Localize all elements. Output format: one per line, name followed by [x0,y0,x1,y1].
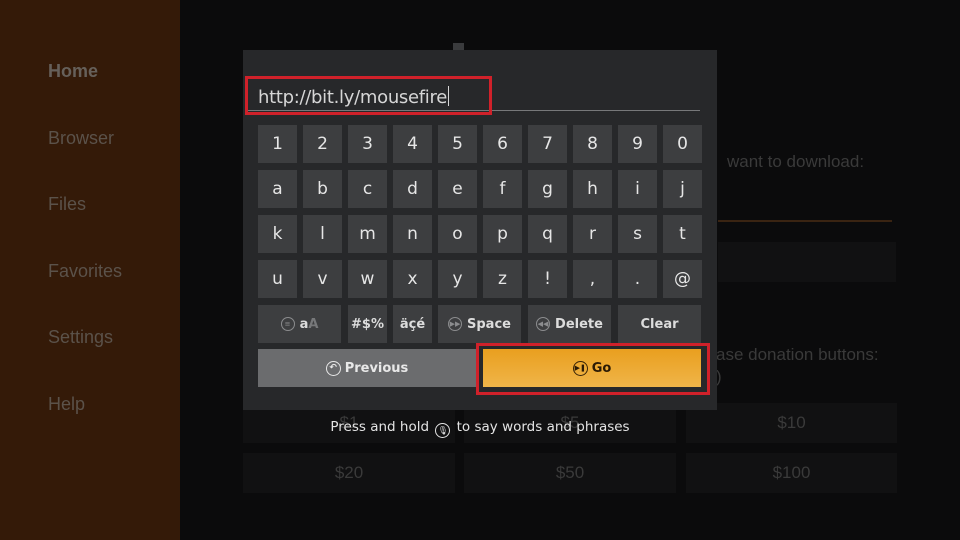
key-z[interactable]: z [483,260,522,298]
donate-button-20[interactable]: $20 [243,453,455,493]
symbols-key[interactable]: #$% [348,305,387,343]
key-c[interactable]: c [348,170,387,208]
key-5[interactable]: 5 [438,125,477,163]
sidebar-item-home[interactable]: Home [48,61,98,82]
hint-text-before: Press and hold [330,419,430,435]
key-k[interactable]: k [258,215,297,253]
url-input-value: http://bit.ly/mousefire [258,87,447,108]
rewind-icon: ◀◀ [536,317,551,331]
key-0[interactable]: 0 [663,125,702,163]
key-h[interactable]: h [573,170,612,208]
key-t[interactable]: t [663,215,702,253]
key-8[interactable]: 8 [573,125,612,163]
key-y[interactable]: y [438,260,477,298]
key-p[interactable]: p [483,215,522,253]
voice-hint: Press and hold 🎙 to say words and phrase… [0,419,960,438]
key-e[interactable]: e [438,170,477,208]
sidebar-item-help[interactable]: Help [48,394,85,415]
hint-text-after: to say words and phrases [456,419,630,435]
key-u[interactable]: u [258,260,297,298]
key-r[interactable]: r [573,215,612,253]
url-field-underline [718,220,892,222]
donate-button-50[interactable]: $50 [464,453,676,493]
donate-button-100[interactable]: $100 [686,453,897,493]
go-label: Go [591,360,612,376]
case-upper-label: A [308,316,319,332]
key-char-64[interactable]: @ [663,260,702,298]
key-b[interactable]: b [303,170,342,208]
key-4[interactable]: 4 [393,125,432,163]
key-o[interactable]: o [438,215,477,253]
key-x[interactable]: x [393,260,432,298]
key-n[interactable]: n [393,215,432,253]
key-9[interactable]: 9 [618,125,657,163]
key-char-33[interactable]: ! [528,260,567,298]
key-1[interactable]: 1 [258,125,297,163]
accents-key[interactable]: äçé [393,305,432,343]
key-char-44[interactable]: , [573,260,612,298]
fast-forward-icon: ▶▶ [448,317,463,331]
delete-key[interactable]: ◀◀ Delete [528,305,611,343]
key-w[interactable]: w [348,260,387,298]
back-icon: ↶ [325,360,341,376]
clear-key[interactable]: Clear [618,305,701,343]
sidebar-item-favorites[interactable]: Favorites [48,261,122,282]
background-go-button [718,242,896,282]
download-prompt-text: want to download: [727,152,865,171]
key-g[interactable]: g [528,170,567,208]
delete-label: Delete [555,316,603,332]
sidebar-item-files[interactable]: Files [48,194,86,215]
case-toggle-key[interactable]: ≡ a A [258,305,341,343]
space-key[interactable]: ▶▶ Space [438,305,521,343]
input-underline [248,110,700,111]
key-3[interactable]: 3 [348,125,387,163]
key-q[interactable]: q [528,215,567,253]
key-m[interactable]: m [348,215,387,253]
case-lower-label: a [299,316,309,332]
key-char-46[interactable]: . [618,260,657,298]
sidebar-item-settings[interactable]: Settings [48,327,113,348]
key-6[interactable]: 6 [483,125,522,163]
text-caret [448,86,449,106]
key-i[interactable]: i [618,170,657,208]
screen: Home Browser Files Favorites Settings He… [0,0,960,540]
sidebar-item-browser[interactable]: Browser [48,128,114,149]
key-l[interactable]: l [303,215,342,253]
key-7[interactable]: 7 [528,125,567,163]
donation-prompt-text: ase donation buttons: [716,345,879,364]
key-v[interactable]: v [303,260,342,298]
key-d[interactable]: d [393,170,432,208]
key-f[interactable]: f [483,170,522,208]
microphone-icon: 🎙 [435,423,451,438]
key-2[interactable]: 2 [303,125,342,163]
url-input[interactable]: http://bit.ly/mousefire [258,86,449,108]
previous-label: Previous [344,360,409,376]
menu-icon: ≡ [280,317,295,331]
key-a[interactable]: a [258,170,297,208]
go-button[interactable]: ▶❚ Go [483,349,701,387]
key-s[interactable]: s [618,215,657,253]
key-j[interactable]: j [663,170,702,208]
sidebar: Home Browser Files Favorites Settings He… [0,0,180,540]
space-label: Space [467,316,511,332]
previous-button[interactable]: ↶ Previous [258,349,476,387]
play-pause-icon: ▶❚ [572,360,588,376]
